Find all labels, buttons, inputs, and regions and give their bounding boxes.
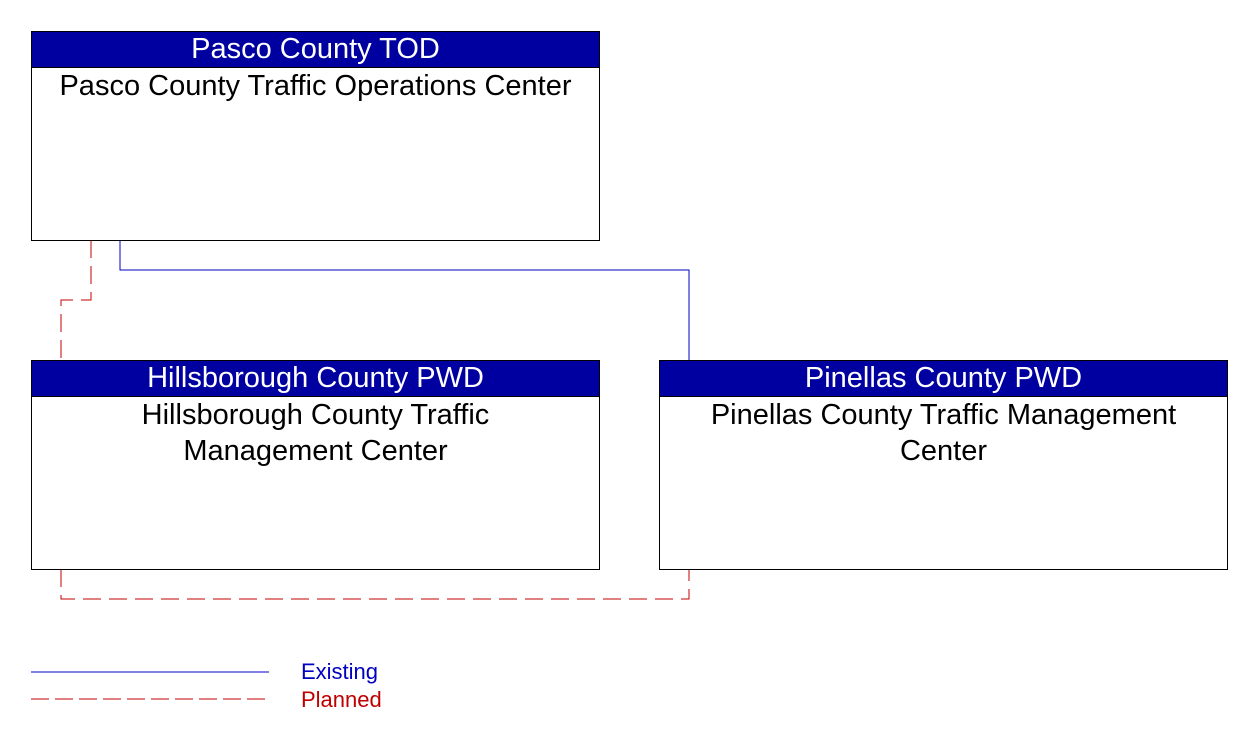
element-name: Hillsborough County Traffic Management C… [141,399,490,467]
element-header: Pinellas County PWD [660,361,1227,397]
element-name: Pasco County Traffic Operations Center [59,70,572,102]
element-pinellas-pwd[interactable]: Pinellas County PWD Pinellas County Traf… [659,360,1228,570]
element-pasco-tod[interactable]: Pasco County TOD Pasco County Traffic Op… [31,31,600,241]
legend-existing-label: Existing [301,659,379,684]
element-hillsborough-pwd[interactable]: Hillsborough County PWD Hillsborough Cou… [31,360,600,570]
connector-pasco-pinellas-existing [119,240,690,360]
element-header: Hillsborough County PWD [32,361,599,397]
connector-pasco-hillsborough-planned [60,240,92,360]
element-name: Pinellas County Traffic Management Cente… [710,399,1177,467]
legend-planned-label: Planned [301,687,382,712]
connector-hillsborough-pinellas-planned [60,569,690,600]
element-header: Pasco County TOD [32,32,599,68]
